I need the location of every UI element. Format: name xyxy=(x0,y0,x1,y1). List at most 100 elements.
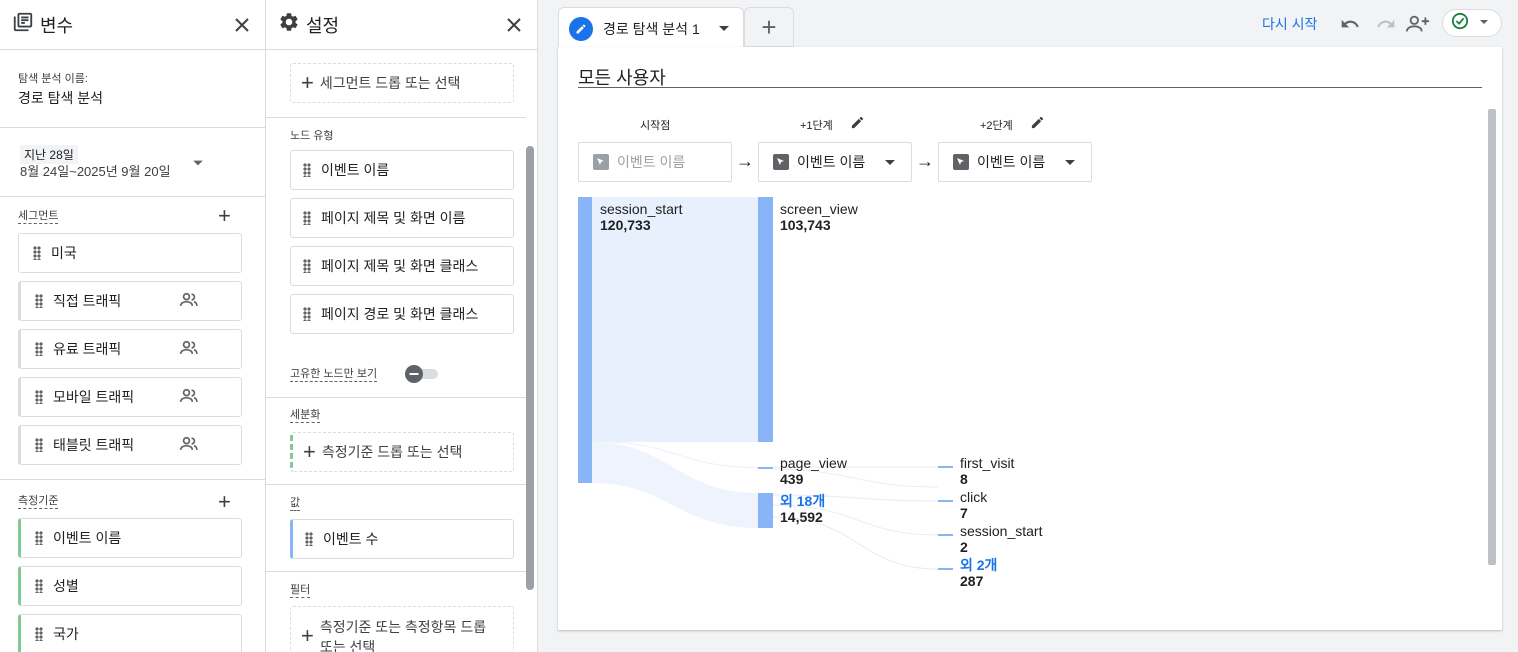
user-segment-icon xyxy=(179,292,199,311)
canvas-scrollbar[interactable] xyxy=(1488,109,1496,565)
drag-handle-icon[interactable] xyxy=(35,627,43,641)
dimension-label: 이벤트 이름 xyxy=(53,530,122,546)
node-screen-view[interactable]: screen_view 103,743 xyxy=(780,201,858,233)
step-box-label: 이벤트 이름 xyxy=(797,154,866,170)
segment-chip-mobile[interactable]: 모바일 트래픽 xyxy=(18,377,242,417)
segment-chip-tablet[interactable]: 태블릿 트래픽 xyxy=(18,425,242,465)
segment-label: 미국 xyxy=(51,245,77,261)
share-users-icon[interactable] xyxy=(1406,12,1430,36)
node-others-step2[interactable]: 외 2개 287 xyxy=(960,557,997,589)
node-type-chip[interactable]: 이벤트 이름 xyxy=(290,150,514,190)
drag-handle-icon[interactable] xyxy=(35,294,43,308)
node-bar-click[interactable] xyxy=(938,500,953,502)
filter-dropzone[interactable]: + 측정기준 또는 측정항목 드롭 또는 선택 xyxy=(290,606,514,652)
drag-handle-icon[interactable] xyxy=(303,211,311,225)
node-bar-session-start-2[interactable] xyxy=(938,534,953,536)
drag-handle-icon[interactable] xyxy=(35,342,43,356)
values-label: 값 xyxy=(290,497,301,511)
breakdown-dropzone[interactable]: + 측정기준 드롭 또는 선택 xyxy=(290,432,514,472)
value-chip-event-count[interactable]: 이벤트 수 xyxy=(290,519,514,559)
drag-handle-icon[interactable] xyxy=(35,579,43,593)
save-status-button[interactable] xyxy=(1442,9,1502,37)
restart-button[interactable]: 다시 시작 xyxy=(1262,14,1317,34)
node-click[interactable]: click 7 xyxy=(960,489,987,521)
segment-dropzone[interactable]: + 세그먼트 드롭 또는 선택 xyxy=(290,63,514,103)
step-label-plus1: +1단계 xyxy=(800,120,833,132)
node-value: 439 xyxy=(780,471,804,487)
unique-nodes-toggle[interactable] xyxy=(404,364,440,389)
arrow-right-icon: → xyxy=(916,151,934,171)
tab-dropdown-icon[interactable] xyxy=(719,20,729,38)
node-bar-page-view[interactable] xyxy=(758,467,773,469)
node-type-text: 이벤트 이름 xyxy=(321,162,390,178)
drag-handle-icon[interactable] xyxy=(35,438,43,452)
dimensions-label: 측정기준 xyxy=(18,495,59,509)
node-bar-session-start[interactable] xyxy=(578,197,592,483)
drag-handle-icon[interactable] xyxy=(305,532,313,546)
settings-scrollbar[interactable] xyxy=(526,146,534,590)
flow-start-to-screen-view xyxy=(592,197,758,442)
drag-handle-icon[interactable] xyxy=(303,259,311,273)
dimension-chip-country[interactable]: 국가 xyxy=(18,614,242,652)
node-type-chip[interactable]: 페이지 제목 및 화면 이름 xyxy=(290,198,514,238)
main-area: 경로 탐색 분석 1 + 다시 시작 모든 사용자 시작점 +1단계 +2단계 … xyxy=(538,0,1518,652)
start-point-selector[interactable]: 이벤트 이름 xyxy=(578,142,732,182)
node-type-chip[interactable]: 페이지 경로 및 화면 클래스 xyxy=(290,294,514,334)
filter-label: 필터 xyxy=(290,584,311,598)
chevron-down-icon xyxy=(1065,154,1075,170)
node-name[interactable]: 외 2개 xyxy=(960,557,997,573)
node-name[interactable]: 외 18개 xyxy=(780,493,825,509)
drag-handle-icon[interactable] xyxy=(35,390,43,404)
add-dimension-icon[interactable]: + xyxy=(218,491,231,513)
node-session-start-2[interactable]: session_start 2 xyxy=(960,523,1042,555)
dimension-label: 성별 xyxy=(53,578,79,594)
drag-handle-icon[interactable] xyxy=(35,531,43,545)
arrow-right-icon: → xyxy=(736,151,754,171)
segment-chip-direct[interactable]: 직접 트래픽 xyxy=(18,281,242,321)
add-tab-button[interactable]: + xyxy=(744,7,794,47)
step-label-start: 시작점 xyxy=(640,120,671,132)
add-segment-icon[interactable]: + xyxy=(218,205,231,227)
redo-icon[interactable] xyxy=(1374,12,1398,36)
node-type-label: 노드 유형 xyxy=(290,130,334,142)
node-value: 7 xyxy=(960,505,968,521)
edit-step-pencil-icon[interactable] xyxy=(850,115,865,135)
segment-label: 태블릿 트래픽 xyxy=(53,437,135,453)
drag-handle-icon[interactable] xyxy=(303,307,311,321)
node-name: first_visit xyxy=(960,455,1015,471)
settings-header: 설정 xyxy=(266,0,537,50)
dimension-chip-event-name[interactable]: 이벤트 이름 xyxy=(18,518,242,558)
tab-path-exploration-1[interactable]: 경로 탐색 분석 1 xyxy=(558,7,744,49)
node-session-start[interactable]: session_start 120,733 xyxy=(600,201,682,233)
drag-handle-icon[interactable] xyxy=(303,163,311,177)
node-bar-first-visit[interactable] xyxy=(938,466,953,468)
step2-selector[interactable]: 이벤트 이름 xyxy=(938,142,1092,182)
date-dropdown-icon[interactable] xyxy=(192,156,204,174)
date-range[interactable]: 8월 24일~2025년 9월 20일 xyxy=(20,161,171,180)
cursor-icon xyxy=(593,154,609,170)
dimension-chip-gender[interactable]: 성별 xyxy=(18,566,242,606)
drag-handle-icon[interactable] xyxy=(33,246,41,260)
path-canvas: 모든 사용자 시작점 +1단계 +2단계 이벤트 이름 → 이벤트 이름 → 이… xyxy=(558,47,1502,630)
node-others-step1[interactable]: 외 18개 14,592 xyxy=(780,493,825,525)
segments-label: 세그먼트 xyxy=(18,210,59,224)
node-bar-screen-view[interactable] xyxy=(758,197,773,442)
node-bar-others-step2[interactable] xyxy=(938,568,953,570)
user-segment-icon xyxy=(179,340,199,359)
close-settings-icon[interactable] xyxy=(503,14,525,36)
segment-label: 유료 트래픽 xyxy=(53,341,122,357)
variables-icon xyxy=(12,11,34,38)
node-bar-others-step1[interactable] xyxy=(758,493,773,528)
undo-icon[interactable] xyxy=(1338,12,1362,36)
step1-selector[interactable]: 이벤트 이름 xyxy=(758,142,912,182)
path-flows xyxy=(578,197,953,570)
segment-chip-us[interactable]: 미국 xyxy=(18,233,242,273)
edit-step-pencil-icon[interactable] xyxy=(1030,115,1045,135)
breakdown-drop-label: 측정기준 드롭 또는 선택 xyxy=(321,444,463,460)
segment-chip-paid[interactable]: 유료 트래픽 xyxy=(18,329,242,369)
exploration-name[interactable]: 경로 탐색 분석 xyxy=(18,88,103,108)
node-type-chip[interactable]: 페이지 제목 및 화면 클래스 xyxy=(290,246,514,286)
node-first-visit[interactable]: first_visit 8 xyxy=(960,455,1014,487)
close-variables-icon[interactable] xyxy=(231,14,253,36)
node-page-view[interactable]: page_view 439 xyxy=(780,455,847,487)
